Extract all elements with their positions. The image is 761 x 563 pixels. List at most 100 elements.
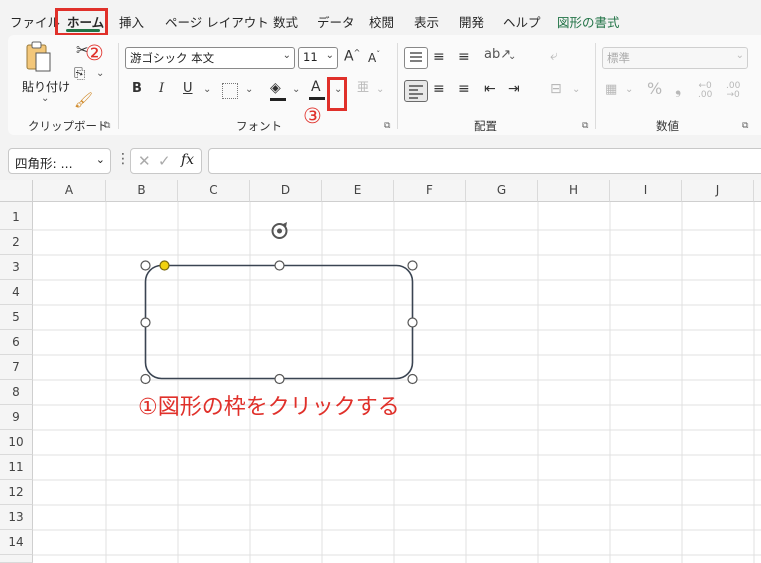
tab-insert[interactable]: 挿入 [119, 12, 144, 31]
clipboard-launcher-icon[interactable]: ⧉ [104, 121, 110, 131]
merge-center-icon: ⊟ [550, 81, 562, 97]
column-header[interactable]: D [250, 180, 322, 202]
column-header[interactable]: B [106, 180, 178, 202]
column-header[interactable]: I [610, 180, 682, 202]
row-header[interactable]: 3 [0, 255, 33, 280]
ribbon-tab-bar: ファイル ホーム 挿入 ページ レイアウト 数式 データ 校閲 表示 開発 ヘル… [0, 0, 761, 36]
bold-icon[interactable]: B [132, 82, 142, 95]
phonetic-guide-icon: 亜 [357, 80, 370, 94]
fill-color-dropdown-chevron-icon[interactable]: ⌄ [292, 85, 300, 95]
orientation-dropdown-chevron-icon[interactable]: ⌄ [508, 52, 516, 62]
format-painter-icon[interactable]: 🖌 [74, 93, 93, 108]
formula-input[interactable] [208, 148, 761, 174]
column-header[interactable]: C [178, 180, 250, 202]
group-separator [118, 43, 119, 129]
italic-icon[interactable]: I [159, 82, 164, 95]
more-options-icon[interactable]: ⋮ [116, 151, 130, 167]
tab-file[interactable]: ファイル [10, 12, 60, 31]
name-box[interactable]: 四角形: ... ⌄ [8, 148, 111, 174]
column-header[interactable]: J [682, 180, 754, 202]
font-launcher-icon[interactable]: ⧉ [384, 121, 390, 131]
accounting-dropdown-chevron-icon: ⌄ [625, 84, 634, 95]
column-header[interactable]: H [538, 180, 610, 202]
row-header[interactable]: 13 [0, 505, 33, 530]
paste-dropdown-chevron-icon[interactable]: ⌄ [41, 94, 49, 104]
fill-color-swatch [270, 98, 286, 101]
row-header[interactable]: 6 [0, 330, 33, 355]
enter-icon: ✓ [158, 152, 171, 170]
number-group-label: 数値 [656, 119, 679, 133]
font-size-dropdown[interactable]: 11 ⌄ [298, 47, 338, 69]
chevron-down-icon: ⌄ [282, 50, 291, 61]
number-launcher-icon[interactable]: ⧉ [742, 121, 748, 131]
tab-shape-format[interactable]: 図形の書式 [557, 12, 620, 31]
row-header[interactable]: 12 [0, 480, 33, 505]
align-right-icon[interactable]: ≡ [458, 82, 470, 96]
highlight-box-home [55, 8, 108, 36]
font-color-icon[interactable]: A [311, 80, 321, 94]
alignment-launcher-icon[interactable]: ⧉ [582, 121, 588, 131]
row-header-partial[interactable] [0, 555, 33, 563]
tab-developer[interactable]: 開発 [459, 12, 484, 31]
align-left-button[interactable] [404, 80, 428, 102]
row-header-spacer [0, 202, 33, 205]
row-header[interactable]: 8 [0, 380, 33, 405]
rounded-rectangle-shape[interactable] [130, 216, 430, 386]
column-header[interactable]: G [466, 180, 538, 202]
decrease-indent-icon[interactable]: ⇤ [484, 82, 496, 96]
font-name-dropdown[interactable]: 游ゴシック 本文 ⌄ [125, 47, 295, 69]
rotate-handle-icon [271, 222, 288, 239]
highlight-box-font-color-dropdown [327, 77, 347, 111]
formula-bar: 四角形: ... ⌄ ⋮ ✕ ✓ fx [0, 142, 761, 176]
row-header[interactable]: 1 [0, 205, 33, 230]
copy-icon[interactable]: ⎘ [74, 67, 85, 81]
annotation-step3: ③ [303, 104, 322, 128]
underline-dropdown-chevron-icon[interactable]: ⌄ [203, 85, 211, 95]
font-group-label: フォント [236, 119, 282, 133]
row-header[interactable]: 14 [0, 530, 33, 555]
row-header[interactable]: 11 [0, 455, 33, 480]
select-all-corner[interactable] [0, 180, 33, 202]
merge-dropdown-chevron-icon: ⌄ [572, 84, 581, 95]
tab-help[interactable]: ヘルプ [503, 12, 541, 31]
insert-function-icon[interactable]: fx [181, 152, 194, 168]
clipboard-group-label: クリップボード [28, 119, 109, 133]
percent-icon: % [647, 79, 663, 98]
tab-formulas[interactable]: 数式 [273, 12, 298, 31]
align-top-button[interactable] [404, 47, 428, 69]
column-header[interactable]: E [322, 180, 394, 202]
border-icon[interactable] [222, 83, 238, 99]
cancel-icon: ✕ [138, 152, 151, 170]
row-header[interactable]: 2 [0, 230, 33, 255]
group-separator [595, 43, 596, 129]
annotation-step1: ①図形の枠をクリックする [138, 395, 400, 420]
column-header[interactable]: F [394, 180, 466, 202]
border-dropdown-chevron-icon[interactable]: ⌄ [245, 85, 253, 95]
chevron-down-icon: ⌄ [735, 50, 744, 61]
row-header[interactable]: 4 [0, 280, 33, 305]
fill-color-icon[interactable]: ◈ [270, 81, 281, 95]
align-bottom-icon[interactable]: ≡ [458, 50, 470, 64]
annotation-step2: ② [85, 41, 104, 65]
increase-font-size-icon[interactable]: A^ [344, 49, 360, 64]
align-center-icon[interactable]: ≡ [433, 82, 445, 96]
row-header[interactable]: 9 [0, 405, 33, 430]
spreadsheet-grid[interactable]: A B C D E F G H I J 1 2 3 4 5 6 7 8 9 10… [0, 180, 761, 563]
column-header[interactable]: A [33, 180, 106, 202]
decrease-decimal-icon: .00 →0 [726, 81, 741, 100]
increase-indent-icon[interactable]: ⇥ [508, 82, 520, 96]
adjust-handle [159, 260, 170, 271]
tab-page-layout[interactable]: ページ レイアウト [165, 12, 269, 31]
column-header-partial[interactable] [754, 180, 761, 202]
row-header[interactable]: 5 [0, 305, 33, 330]
paste-icon[interactable] [24, 41, 52, 73]
tab-review[interactable]: 校閲 [369, 12, 394, 31]
row-header[interactable]: 10 [0, 430, 33, 455]
align-middle-icon[interactable]: ≡ [433, 50, 445, 64]
copy-dropdown-chevron-icon[interactable]: ⌄ [96, 69, 104, 79]
underline-icon[interactable]: U [183, 82, 193, 95]
tab-data[interactable]: データ [317, 12, 355, 31]
row-header[interactable]: 7 [0, 355, 33, 380]
decrease-font-size-icon[interactable]: Aˇ [368, 51, 380, 65]
tab-view[interactable]: 表示 [414, 12, 439, 31]
